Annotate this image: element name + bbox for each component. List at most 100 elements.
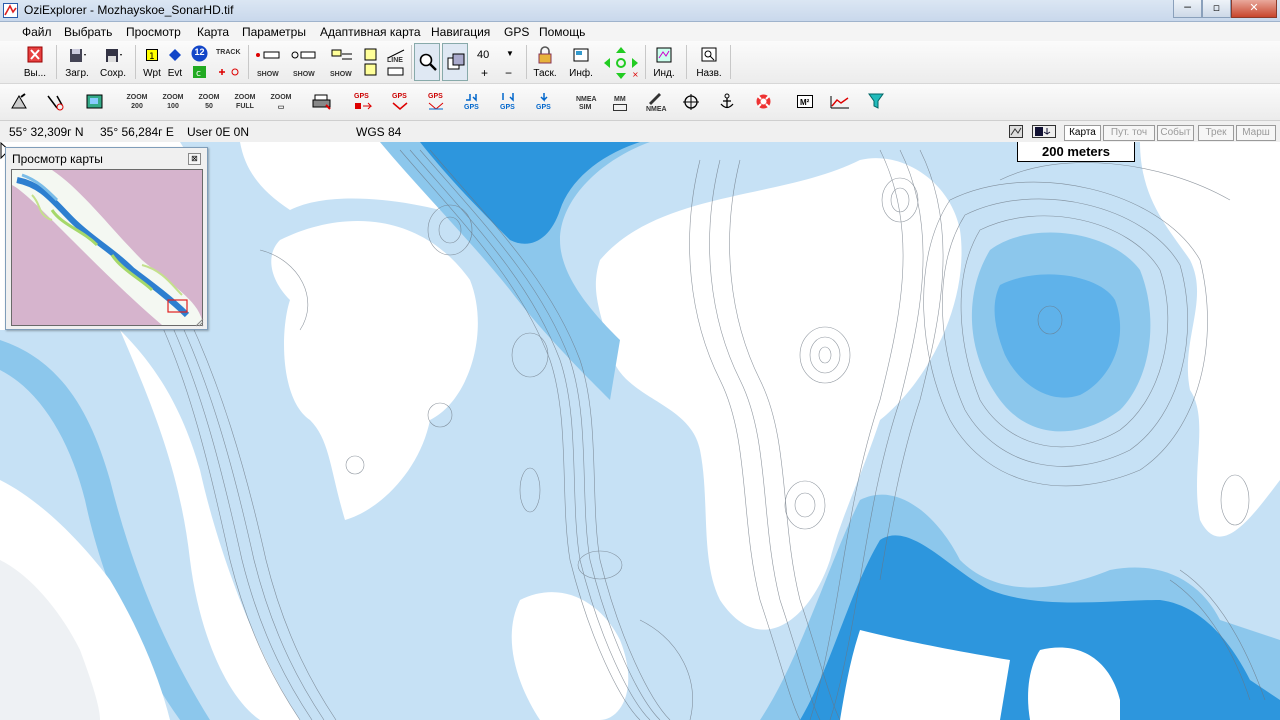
zoom-200-button[interactable]: ZOOM 200 <box>121 88 153 116</box>
window-controls: ─ ▫ ✕ <box>1173 0 1277 18</box>
load-label: Загр. <box>65 68 89 79</box>
gps-label-5: GPS <box>500 104 515 111</box>
show-track-button[interactable]: SHOW <box>252 43 284 81</box>
index-label: Инд. <box>653 68 675 79</box>
gps-route-button[interactable]: GPS <box>420 88 450 116</box>
zoom-100-button[interactable]: ZOOM 100 <box>157 88 189 116</box>
zoom-select[interactable]: 40 ▼ + − <box>472 43 522 81</box>
datum-readout: WGS 84 <box>356 125 402 139</box>
save-button[interactable]: Сохр. <box>98 43 128 81</box>
menu-navigation[interactable]: Навигация <box>431 25 490 39</box>
mode-events-button[interactable]: Событ <box>1157 125 1194 141</box>
toolbar-separator <box>248 45 249 79</box>
gps-upload-wpt-button[interactable]: GPS <box>348 88 378 116</box>
gps-download-wpt-button[interactable]: GPS <box>384 88 414 116</box>
print-button[interactable] <box>307 88 337 116</box>
track-button[interactable]: TRACK <box>214 43 244 81</box>
overview-close-button[interactable]: ⊠ <box>188 153 201 165</box>
route-icon <box>331 49 352 60</box>
gps-track-upload-button[interactable]: GPS <box>456 88 486 116</box>
map-overview-panel[interactable]: Просмотр карты ⊠ <box>5 147 208 330</box>
lifebuoy-button[interactable] <box>748 88 778 116</box>
map-properties-button[interactable] <box>4 88 34 116</box>
index-button[interactable]: Инд. <box>649 43 679 81</box>
exit-label: Вы... <box>23 68 47 79</box>
moving-map-button[interactable]: MM <box>605 88 635 116</box>
line-box-icon <box>387 67 404 76</box>
exit-icon <box>27 46 43 63</box>
menu-map[interactable]: Карта <box>197 25 229 39</box>
zoom-tool-button[interactable] <box>414 43 440 81</box>
waypoint-list-button[interactable]: 12 c <box>188 43 212 81</box>
resize-grip-icon[interactable] <box>195 318 204 327</box>
mode-map-button[interactable]: Карта <box>1064 125 1101 141</box>
toolbar-separator <box>686 45 687 79</box>
gps-receive-icon <box>392 102 408 110</box>
menu-settings[interactable]: Параметры <box>242 25 306 39</box>
track-dots-icon <box>256 51 280 59</box>
filter-button[interactable] <box>861 88 891 116</box>
position-button[interactable] <box>676 88 706 116</box>
dropdown-arrow-icon[interactable]: ▼ <box>506 49 514 58</box>
names-button[interactable]: Назв. <box>692 43 726 81</box>
menu-adaptive-map[interactable]: Адаптивная карта <box>320 25 421 39</box>
save-download-icon[interactable] <box>1032 125 1056 138</box>
map-scale-label: 200 meters <box>1017 142 1135 162</box>
task-button[interactable]: Таск. <box>530 43 560 81</box>
map-image-button[interactable] <box>80 88 110 116</box>
map-calibrate-button[interactable] <box>40 88 70 116</box>
anchor-icon <box>720 93 734 109</box>
menu-view[interactable]: Просмотр <box>126 25 181 39</box>
move-map-button[interactable] <box>442 43 468 81</box>
anchor-button[interactable] <box>712 88 742 116</box>
info-button[interactable]: Инф. <box>566 43 596 81</box>
zoom-full-top: ZOOM <box>234 94 256 101</box>
toolbar-separator <box>730 45 731 79</box>
exit-button[interactable]: Вы... <box>20 43 50 81</box>
overview-map-image <box>12 170 202 325</box>
zoom-full-button[interactable]: ZOOM FULL <box>229 88 261 116</box>
zoom-50-button[interactable]: ZOOM 50 <box>193 88 225 116</box>
mode-route-button[interactable]: Марш <box>1236 125 1276 141</box>
pan-arrows-button[interactable]: × <box>600 43 642 81</box>
info-icon <box>573 48 589 62</box>
zoom-in-button[interactable]: + <box>481 66 488 80</box>
zoom-100-top: ZOOM <box>162 94 184 101</box>
profile-button[interactable] <box>825 88 855 116</box>
maximize-button[interactable]: ▫ <box>1202 0 1231 18</box>
magnifier-icon <box>419 53 437 71</box>
event-button[interactable]: Evt <box>164 43 186 81</box>
map-thumbnail-icon[interactable] <box>1009 125 1023 138</box>
close-button[interactable]: ✕ <box>1231 0 1277 18</box>
mode-waypoints-button[interactable]: Пут. точ <box>1103 125 1155 141</box>
zoom-window-button[interactable]: ZOOM ▭ <box>265 88 297 116</box>
nmea-sim-top: NMEA <box>576 96 597 103</box>
nmea-sim-bottom: SIM <box>579 104 592 111</box>
zoom-200-top: ZOOM <box>126 94 148 101</box>
menu-file[interactable]: Файл <box>22 25 52 39</box>
menu-select[interactable]: Выбрать <box>64 25 112 39</box>
waypoint-button[interactable]: 1 Wpt <box>140 43 164 81</box>
minimize-button[interactable]: ─ <box>1173 0 1202 18</box>
gps-upload-arrow-icon <box>466 94 477 102</box>
line-button[interactable]: LINE <box>383 43 409 81</box>
menu-gps[interactable]: GPS <box>504 25 529 39</box>
zoom-out-button[interactable]: − <box>505 66 512 80</box>
crosshair-icon <box>683 94 699 110</box>
overview-map-thumbnail[interactable] <box>11 169 203 326</box>
gps-connect-button[interactable]: GPS <box>528 88 558 116</box>
show-route-button[interactable]: SHOW <box>327 43 357 81</box>
wpt-file-button[interactable] <box>360 43 382 81</box>
toolbar-separator <box>526 45 527 79</box>
nmea-sim-button[interactable]: NMEA SIM <box>570 88 600 116</box>
track-label: TRACK <box>216 49 241 56</box>
gps-label-3: GPS <box>428 93 443 100</box>
mode-track-button[interactable]: Трек <box>1198 125 1234 141</box>
title-bar[interactable]: OziExplorer - Mozhayskoe_SonarHD.tif ─ ▫… <box>0 0 1280 22</box>
load-button[interactable]: Загр. <box>62 43 92 81</box>
menu-help[interactable]: Помощь <box>539 25 585 39</box>
area-button[interactable]: M² <box>790 88 820 116</box>
show-waypoints-button[interactable]: SHOW <box>288 43 320 81</box>
nmea-record-button[interactable]: NMEA <box>640 88 670 116</box>
gps-track-download-button[interactable]: GPS <box>492 88 522 116</box>
